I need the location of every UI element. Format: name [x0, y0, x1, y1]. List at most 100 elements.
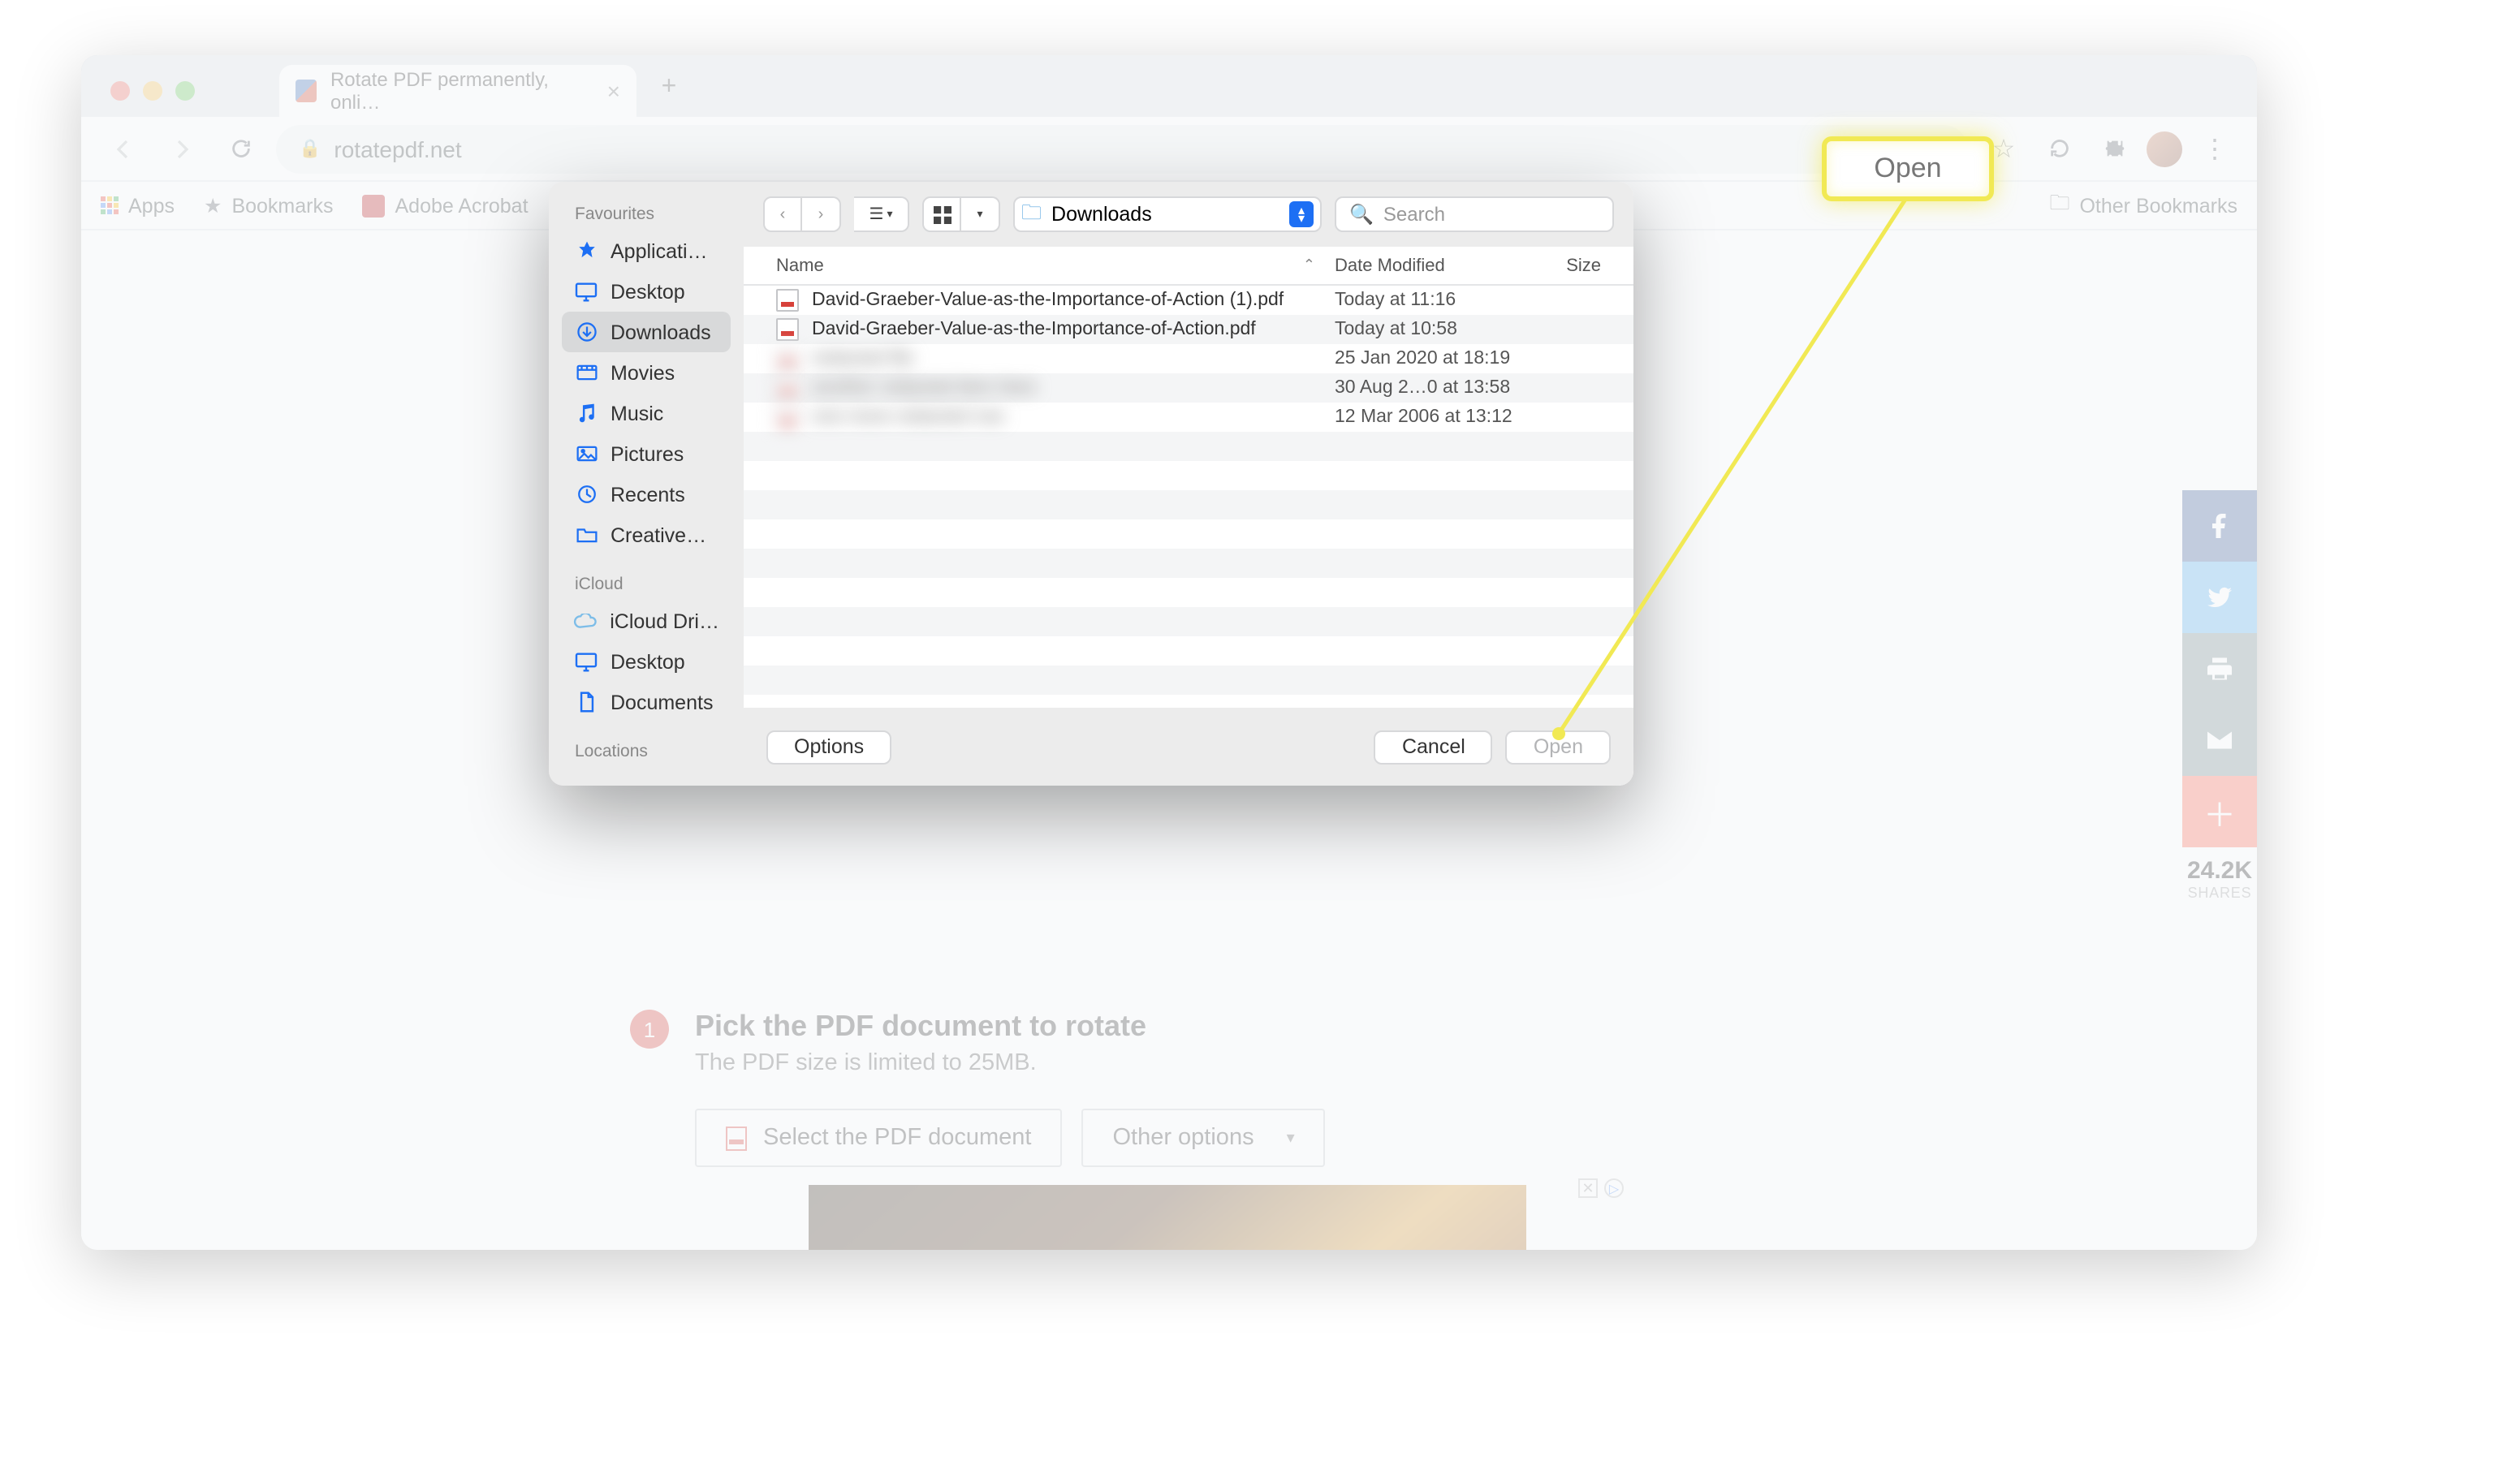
sidebar-head-locations: Locations: [562, 735, 731, 768]
file-icon: [776, 406, 799, 429]
browser-tab[interactable]: Rotate PDF permanently, onli… ×: [279, 65, 636, 117]
tab-close-icon[interactable]: ×: [607, 78, 620, 104]
options-button[interactable]: Options: [766, 730, 891, 764]
close-dot[interactable]: [110, 81, 130, 101]
share-facebook[interactable]: [2182, 490, 2257, 562]
url-text: rotatepdf.net: [334, 136, 461, 162]
dialog-buttons: Options Cancel Open: [744, 708, 1633, 786]
minimize-dot[interactable]: [143, 81, 162, 101]
music-icon: [573, 402, 599, 424]
file-row[interactable]: David-Graeber-Value-as-the-Importance-of…: [744, 315, 1633, 344]
file-open-dialog: Favourites Applicati… Desktop Downloads …: [549, 182, 1633, 786]
file-date: 25 Jan 2020 at 18:19: [1335, 349, 1543, 368]
sidebar-item-icloud-drive[interactable]: iCloud Dri…: [562, 601, 731, 641]
movies-icon: [573, 361, 599, 384]
apps-shortcut[interactable]: Apps: [101, 194, 175, 217]
file-date: 12 Mar 2006 at 13:12: [1335, 407, 1543, 427]
select-pdf-button[interactable]: Select the PDF document: [695, 1109, 1062, 1167]
dialog-sidebar: Favourites Applicati… Desktop Downloads …: [549, 182, 744, 786]
fullscreen-dot[interactable]: [175, 81, 195, 101]
window-controls[interactable]: [101, 81, 205, 117]
folder-icon: 🗀: [2049, 188, 2069, 222]
sidebar-item-applications[interactable]: Applicati…: [562, 230, 731, 271]
file-row[interactable]: David-Graeber-Value-as-the-Importance-of…: [744, 286, 1633, 315]
bookmarks-link[interactable]: ★Bookmarks: [204, 193, 334, 218]
back-button[interactable]: ‹: [763, 196, 802, 232]
app-icon: [573, 239, 599, 262]
sidebar-item-downloads[interactable]: Downloads: [562, 312, 731, 352]
share-print[interactable]: [2182, 633, 2257, 704]
file-name: David-Graeber-Value-as-the-Importance-of…: [812, 320, 1335, 339]
reload-button[interactable]: [218, 126, 263, 171]
profile-avatar[interactable]: [2147, 131, 2182, 166]
sidebar-item-icloud-desktop[interactable]: Desktop: [562, 641, 731, 682]
file-icon: [776, 347, 799, 370]
column-headers: Name ⌃ Date Modified Size: [744, 247, 1633, 286]
file-date: Today at 11:16: [1335, 291, 1543, 310]
open-button[interactable]: Open: [1506, 730, 1611, 764]
col-date[interactable]: Date Modified: [1335, 256, 1543, 275]
sidebar-item-recents[interactable]: Recents: [562, 474, 731, 515]
share-count: 24.2K: [2182, 847, 2257, 885]
other-bookmarks[interactable]: 🗀Other Bookmarks: [2049, 188, 2237, 222]
file-row[interactable]: another redacted item here30 Aug 2…0 at …: [744, 373, 1633, 403]
sidebar-item-pictures[interactable]: Pictures: [562, 433, 731, 474]
pick-heading: Pick the PDF document to rotate: [695, 1010, 1146, 1044]
new-tab-button[interactable]: +: [646, 65, 692, 110]
cancel-button[interactable]: Cancel: [1374, 730, 1493, 764]
extensions-icon[interactable]: [2091, 126, 2137, 171]
pick-subtitle: The PDF size is limited to 25MB.: [695, 1050, 1146, 1076]
share-twitter[interactable]: [2182, 562, 2257, 633]
adobe-icon: [363, 194, 386, 217]
sidebar-item-movies[interactable]: Movies: [562, 352, 731, 393]
col-name[interactable]: Name: [776, 256, 824, 275]
adobe-bookmark[interactable]: Adobe Acrobat: [363, 194, 529, 217]
sidebar-item-desktop[interactable]: Desktop: [562, 271, 731, 312]
search-field[interactable]: 🔍 Search: [1335, 196, 1614, 232]
view-list-button[interactable]: ☰ ▾: [854, 196, 909, 232]
other-options-button[interactable]: Other options ▾: [1081, 1109, 1325, 1167]
file-name: one more redacted row: [812, 407, 1335, 427]
callout-open: Open: [1822, 136, 1994, 201]
updown-icon: ▴▾: [1289, 201, 1314, 227]
file-date: 30 Aug 2…0 at 13:58: [1335, 378, 1543, 398]
lock-icon: 🔒: [299, 138, 321, 159]
share-more[interactable]: ＋: [2182, 776, 2257, 847]
forward-button[interactable]: ›: [802, 196, 841, 232]
sort-asc-icon[interactable]: ⌃: [1303, 256, 1315, 274]
sidebar-item-creative[interactable]: Creative…: [562, 515, 731, 555]
file-icon: [776, 318, 799, 341]
chevron-down-icon: ▾: [1287, 1129, 1295, 1147]
file-date: Today at 10:58: [1335, 320, 1543, 339]
tab-strip: Rotate PDF permanently, onli… × +: [81, 55, 2257, 117]
col-size[interactable]: Size: [1543, 256, 1601, 275]
sidebar-head-favourites: Favourites: [562, 198, 731, 230]
update-icon[interactable]: [2036, 126, 2082, 171]
search-icon: 🔍: [1349, 203, 1374, 226]
file-row[interactable]: one more redacted row12 Mar 2006 at 13:1…: [744, 403, 1633, 432]
menu-icon[interactable]: ⋮: [2192, 126, 2237, 171]
folder-icon: [573, 523, 599, 546]
address-bar[interactable]: 🔒 rotatepdf.net: [276, 124, 1968, 173]
file-icon: [776, 289, 799, 312]
file-row[interactable]: redacted file25 Jan 2020 at 18:19: [744, 344, 1633, 373]
file-name: redacted file: [812, 349, 1335, 368]
view-menu-button[interactable]: ▾: [961, 196, 1000, 232]
share-column: ＋ 24.2K SHARES: [2182, 490, 2257, 901]
file-list: David-Graeber-Value-as-the-Importance-of…: [744, 286, 1633, 708]
share-label: SHARES: [2182, 885, 2257, 901]
tab-title: Rotate PDF permanently, onli…: [330, 68, 594, 114]
forward-button[interactable]: [159, 126, 205, 171]
sidebar-item-icloud-documents[interactable]: Documents: [562, 682, 731, 722]
recents-icon: [573, 483, 599, 506]
nav-buttons: ‹ ›: [763, 196, 841, 232]
desktop-icon: [573, 650, 599, 673]
location-dropdown[interactable]: 🗀 Downloads ▴▾: [1013, 196, 1322, 232]
sidebar-item-music[interactable]: Music: [562, 393, 731, 433]
ad-close[interactable]: ✕▷: [1578, 1178, 1624, 1198]
view-grid-button[interactable]: [922, 196, 961, 232]
sidebar-head-icloud: iCloud: [562, 568, 731, 601]
back-button[interactable]: [101, 126, 146, 171]
share-email[interactable]: [2182, 704, 2257, 776]
downloads-icon: [573, 321, 599, 343]
